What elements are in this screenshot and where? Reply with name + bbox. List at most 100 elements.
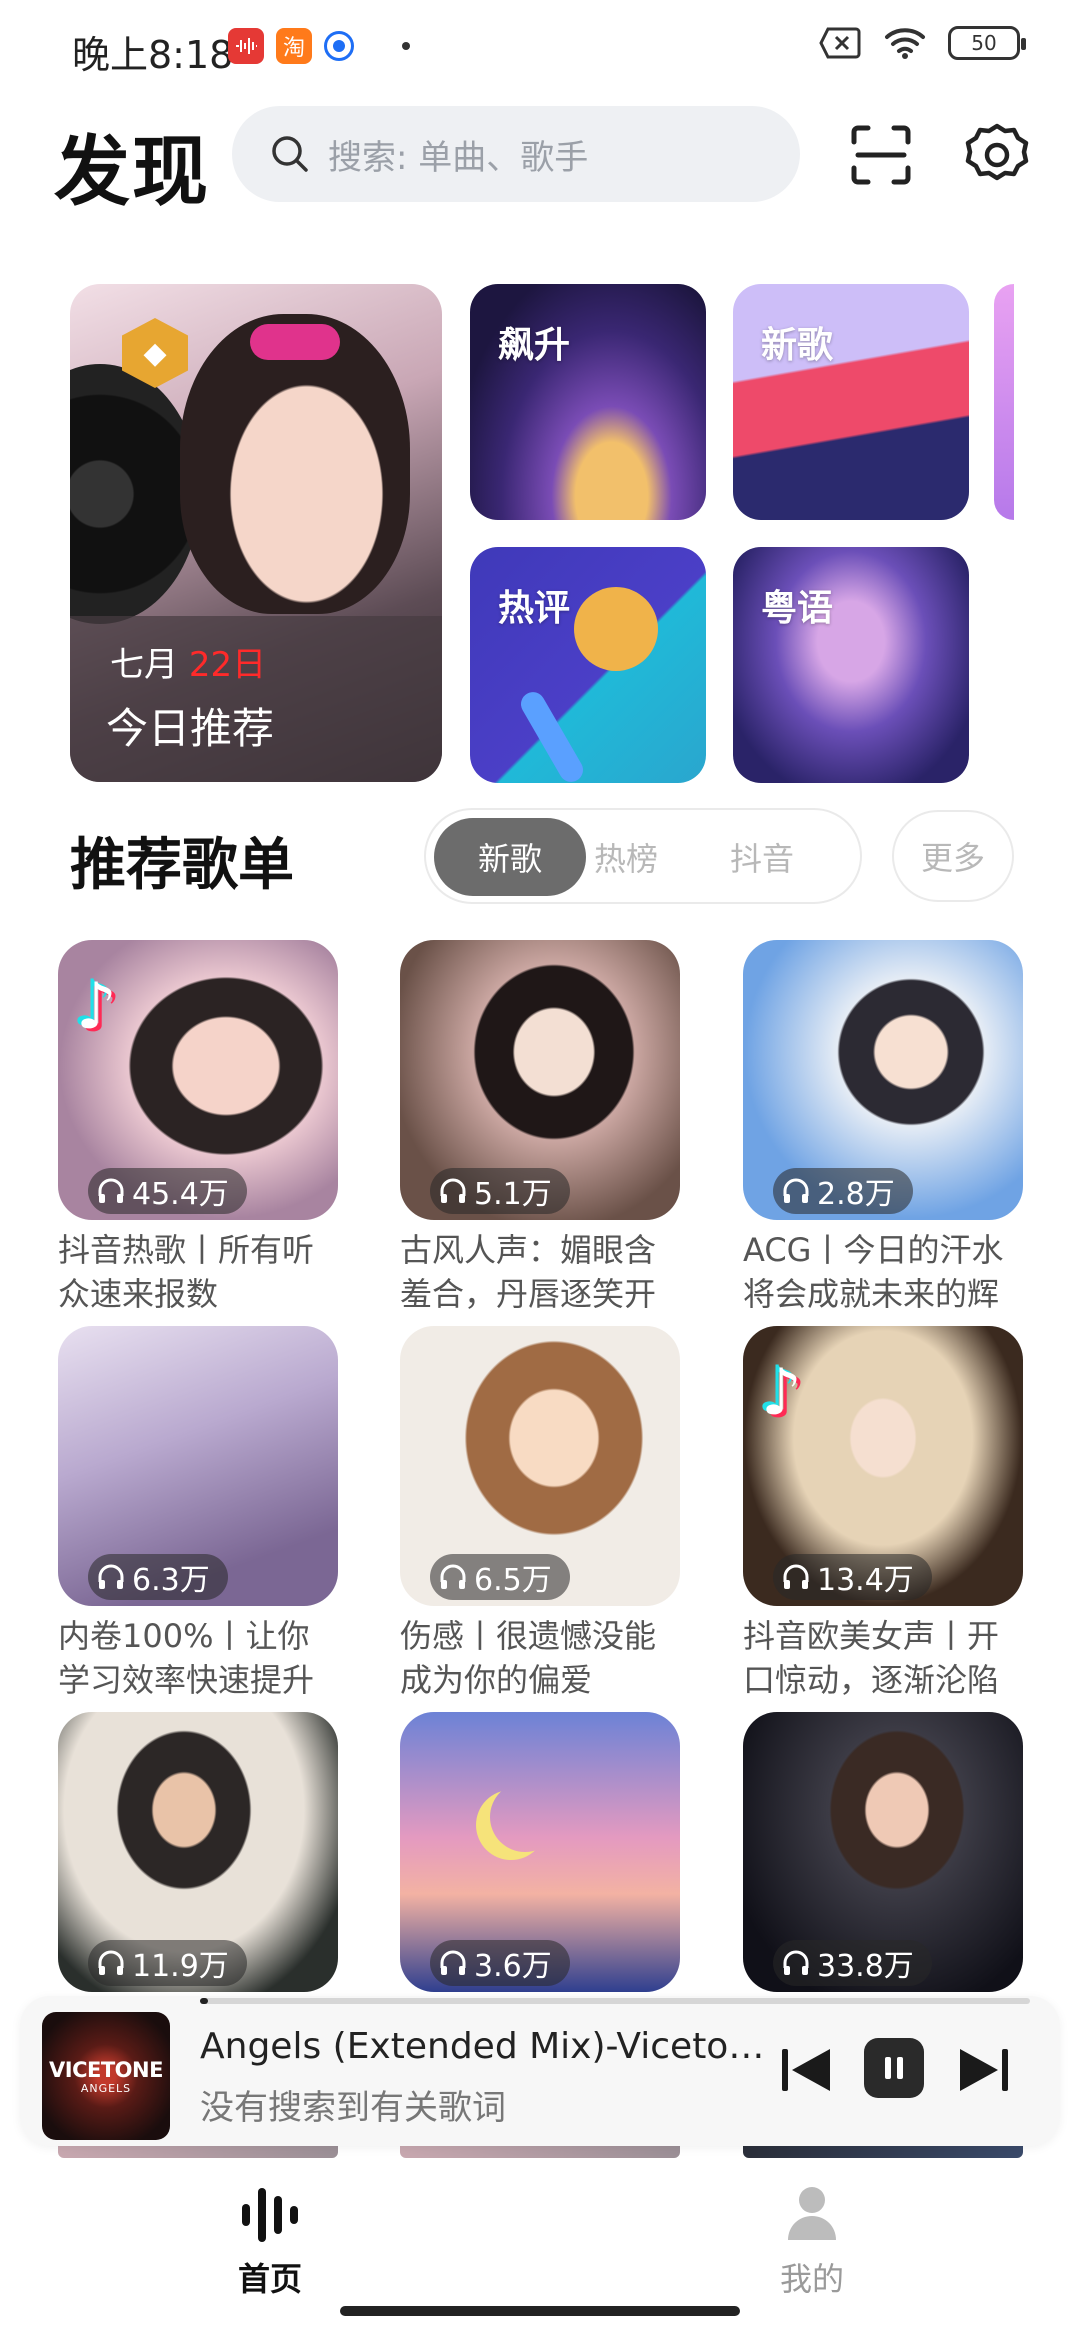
playlist-item[interactable]: 6.3万 内卷100%丨让你学习效率快速提升: [58, 1326, 338, 1702]
partial-cover: [58, 2146, 338, 2158]
play-count-value: 33.8万: [817, 1949, 914, 1984]
album-art-text: VICETONE: [49, 2057, 163, 2082]
play-count: 13.4万: [773, 1554, 932, 1600]
sound-wave-app-icon: [228, 28, 264, 64]
headphones-icon: [783, 1564, 809, 1589]
card-sun-graphic: [574, 587, 658, 671]
search-input[interactable]: 搜索: 单曲、歌手: [232, 106, 800, 202]
headphones-icon: [98, 1564, 124, 1589]
cover-bow: [250, 324, 340, 360]
chart-card-rising[interactable]: 飙升: [470, 284, 706, 520]
play-count: 45.4万: [88, 1168, 247, 1214]
partial-cover: [400, 2146, 680, 2158]
playlist-cover: ♪ 45.4万: [58, 940, 338, 1220]
nav-mine-label: 我的: [779, 2260, 844, 2298]
next-button[interactable]: [954, 2040, 1014, 2100]
status-app-icons: 淘: [228, 28, 410, 64]
play-count-value: 6.3万: [132, 1563, 210, 1598]
battery-indicator: 50: [948, 26, 1026, 60]
playlist-title: 抖音热歌丨所有听众速来报数: [58, 1231, 315, 1313]
home-indicator[interactable]: [340, 2306, 740, 2316]
chart-card-new[interactable]: 新歌: [733, 284, 969, 520]
tiktok-icon: ♪: [76, 970, 117, 1044]
nav-home[interactable]: 首页: [170, 2182, 370, 2300]
play-count: 33.8万: [773, 1940, 932, 1986]
notification-dot: [402, 42, 410, 50]
today-day: 22日: [188, 645, 267, 685]
taobao-app-icon: 淘: [276, 28, 312, 64]
playlist-cover: ♪ 13.4万: [743, 1326, 1023, 1606]
headphones-icon: [783, 1950, 809, 1975]
playlist-title: 古风人声：媚眼含羞合，丹唇逐笑开: [400, 1231, 657, 1313]
gear-icon: [965, 123, 1029, 181]
pause-button[interactable]: [864, 2038, 924, 2098]
playlist-item[interactable]: 6.5万 伤感丨很遗憾没能成为你的偏爱: [400, 1326, 680, 1702]
album-art[interactable]: VICETONE ANGELS: [42, 2012, 170, 2140]
today-label: 今日推荐: [106, 704, 275, 753]
headphones-icon: [98, 1950, 124, 1975]
playlist-cover: 11.9万: [58, 1712, 338, 1992]
pause-icon: [885, 2057, 903, 2079]
play-count: 6.3万: [88, 1554, 228, 1600]
nav-home-label: 首页: [237, 2260, 302, 2298]
moon-graphic: [490, 1782, 560, 1852]
play-count: 11.9万: [88, 1940, 247, 1986]
skip-next-icon: [960, 2049, 1008, 2091]
tab-hot[interactable]: 热榜: [566, 818, 686, 896]
track-title: Angels (Extended Mix)-Vicetone...: [200, 2026, 780, 2067]
previous-button[interactable]: [776, 2040, 836, 2100]
play-count-value: 6.5万: [474, 1563, 552, 1598]
chart-card-hot-comments[interactable]: 热评: [470, 547, 706, 783]
playlist-cover: 5.1万: [400, 940, 680, 1220]
album-art-subtext: ANGELS: [80, 2081, 132, 2095]
play-count: 3.6万: [430, 1940, 570, 1986]
playlist-cover: 6.3万: [58, 1326, 338, 1606]
playlist-item[interactable]: 5.1万 古风人声：媚眼含羞合，丹唇逐笑开: [400, 940, 680, 1316]
user-icon: [788, 2187, 836, 2240]
nav-mine[interactable]: 我的: [712, 2182, 912, 2300]
playlist-title: ACG丨今日的汗水将会成就未来的辉: [743, 1231, 1004, 1313]
playlist-item[interactable]: 3.6万: [400, 1712, 680, 1992]
play-count: 2.8万: [773, 1168, 913, 1214]
playlist-item[interactable]: 33.8万: [743, 1712, 1023, 1992]
playlist-title: 抖音欧美女声丨开口惊动，逐渐沦陷: [743, 1617, 1000, 1699]
playlist-cover: 2.8万: [743, 940, 1023, 1220]
play-count-value: 3.6万: [474, 1949, 552, 1984]
playlist-item[interactable]: 11.9万: [58, 1712, 338, 1992]
status-right: 50: [818, 26, 1026, 60]
playlist-item[interactable]: ♪ 13.4万 抖音欧美女声丨开口惊动，逐渐沦陷: [743, 1326, 1023, 1702]
headphones-icon: [440, 1564, 466, 1589]
card-label: 热评: [498, 588, 571, 629]
status-time: 晚上8:18: [72, 33, 234, 77]
playlist-item[interactable]: 2.8万 ACG丨今日的汗水将会成就未来的辉: [743, 940, 1023, 1316]
tab-new[interactable]: 新歌: [434, 818, 586, 896]
chart-card-cantonese[interactable]: 粤语: [733, 547, 969, 783]
playlist-title: 内卷100%丨让你学习效率快速提升: [58, 1617, 315, 1699]
scan-icon: [851, 125, 911, 185]
chart-card-peek[interactable]: [994, 284, 1014, 520]
playlist-item[interactable]: ♪ 45.4万 抖音热歌丨所有听众速来报数: [58, 940, 338, 1316]
mini-player[interactable]: VICETONE ANGELS Angels (Extended Mix)-Vi…: [20, 1996, 1060, 2146]
play-count-value: 11.9万: [132, 1949, 229, 1984]
music-bars-icon: [242, 2188, 298, 2242]
tab-douyin[interactable]: 抖音: [702, 818, 822, 896]
section-title: 推荐歌单: [70, 833, 294, 898]
today-month: 七月: [110, 645, 178, 685]
play-count: 6.5万: [430, 1554, 570, 1600]
settings-button[interactable]: [962, 120, 1032, 190]
today-recommend-card[interactable]: ◆ 七月 22日 今日推荐: [70, 284, 442, 782]
headphones-icon: [440, 1950, 466, 1975]
partial-cover: [743, 2146, 1023, 2158]
wifi-icon: [885, 28, 925, 59]
card-label: 飙升: [498, 325, 571, 366]
playlist-cover: 33.8万: [743, 1712, 1023, 1992]
play-count-value: 13.4万: [817, 1563, 914, 1598]
more-button[interactable]: 更多: [892, 810, 1014, 902]
play-count-value: 5.1万: [474, 1177, 552, 1212]
scan-button[interactable]: [846, 120, 916, 190]
playlist-cover: 3.6万: [400, 1712, 680, 1992]
progress-bar[interactable]: [200, 1998, 1030, 2004]
tiktok-icon: ♪: [761, 1356, 802, 1430]
page-title: 发现: [54, 127, 210, 216]
no-sim-icon: [819, 27, 861, 59]
